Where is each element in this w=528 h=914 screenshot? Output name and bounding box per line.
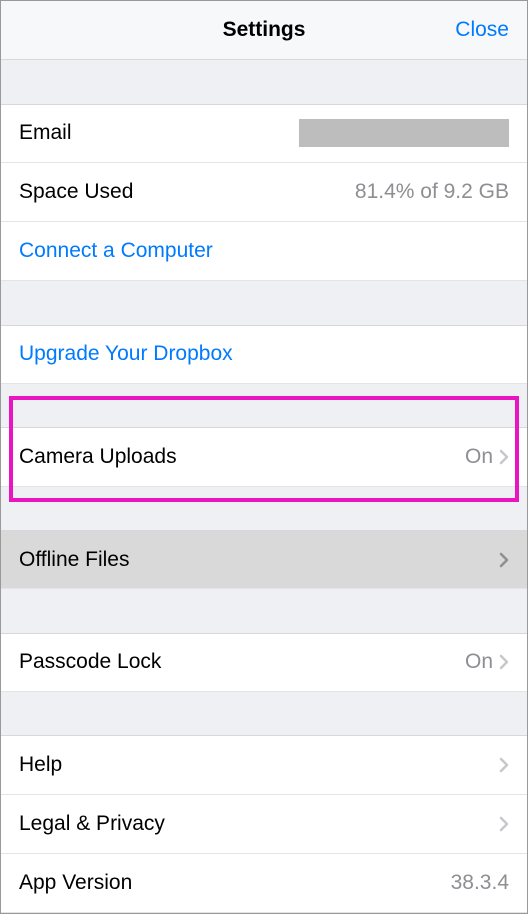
camera-uploads-row[interactable]: Camera Uploads On (1, 427, 527, 486)
section-spacer (1, 487, 527, 530)
chevron-right-icon (499, 552, 509, 568)
chevron-right-icon (499, 449, 509, 465)
section-spacer (1, 281, 527, 324)
close-button[interactable]: Close (455, 18, 509, 42)
camera-uploads-label: Camera Uploads (19, 445, 177, 469)
passcode-lock-row[interactable]: Passcode Lock On (1, 633, 527, 692)
legal-privacy-row[interactable]: Legal & Privacy (1, 795, 527, 854)
connect-computer-label: Connect a Computer (19, 239, 213, 263)
help-label: Help (19, 753, 62, 777)
offline-files-row[interactable]: Offline Files (1, 530, 527, 589)
connect-computer-row[interactable]: Connect a Computer (1, 222, 527, 281)
offline-files-chevron (499, 552, 509, 568)
settings-screen: Settings Close Email Space Used 81.4% of… (0, 0, 528, 914)
chevron-right-icon (499, 757, 509, 773)
space-used-label: Space Used (19, 180, 133, 204)
legal-chevron (499, 816, 509, 832)
space-used-row: Space Used 81.4% of 9.2 GB (1, 163, 527, 222)
section-spacer (1, 692, 527, 735)
upgrade-label: Upgrade Your Dropbox (19, 342, 233, 366)
camera-uploads-value: On (465, 445, 509, 469)
chevron-right-icon (499, 816, 509, 832)
app-version-row: App Version 38.3.4 (1, 854, 527, 913)
passcode-lock-label: Passcode Lock (19, 650, 161, 674)
passcode-lock-status: On (465, 650, 493, 674)
space-used-value: 81.4% of 9.2 GB (355, 180, 509, 204)
page-title: Settings (223, 18, 306, 42)
section-spacer (1, 384, 527, 427)
header-bar: Settings Close (1, 1, 527, 60)
offline-files-label: Offline Files (19, 548, 130, 572)
email-label: Email (19, 121, 72, 145)
legal-privacy-label: Legal & Privacy (19, 812, 165, 836)
passcode-lock-value: On (465, 650, 509, 674)
app-version-value: 38.3.4 (451, 871, 509, 895)
email-row[interactable]: Email (1, 104, 527, 163)
chevron-right-icon (499, 654, 509, 670)
section-spacer (1, 589, 527, 632)
app-version-label: App Version (19, 871, 132, 895)
email-value-redacted (299, 119, 509, 147)
help-row[interactable]: Help (1, 735, 527, 794)
camera-uploads-status: On (465, 445, 493, 469)
upgrade-row[interactable]: Upgrade Your Dropbox (1, 325, 527, 384)
help-chevron (499, 757, 509, 773)
section-spacer (1, 60, 527, 103)
